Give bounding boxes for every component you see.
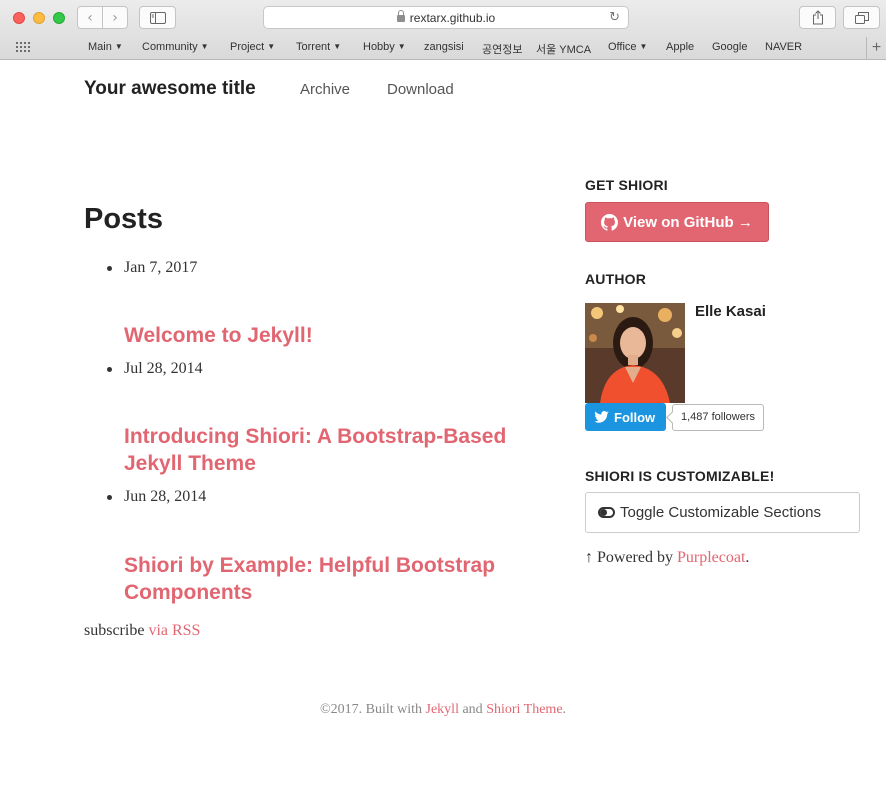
site-title[interactable]: Your awesome title [84, 78, 256, 100]
minimize-window-button[interactable] [33, 12, 45, 24]
tab-overview-button[interactable] [843, 6, 880, 29]
bookmark-zangsisi[interactable]: zangsisi [424, 41, 464, 53]
jekyll-link[interactable]: Jekyll [426, 702, 459, 717]
sidebar-icon [149, 11, 166, 24]
reload-icon[interactable]: ↻ [609, 10, 620, 25]
shiori-theme-link[interactable]: Shiori Theme [486, 702, 562, 717]
share-icon [812, 10, 823, 25]
author-name: Elle Kasai [695, 303, 766, 320]
chevron-down-icon: ▼ [200, 42, 209, 51]
chevron-left-icon: ‹ [87, 9, 93, 26]
bookmark-hobby[interactable]: Hobby ▼ [363, 41, 406, 53]
bookmark-naver[interactable]: NAVER [765, 41, 802, 53]
rss-link[interactable]: via RSS [148, 622, 200, 639]
chevron-down-icon: ▼ [397, 42, 406, 51]
footer: ©2017. Built with Jekyll and Shiori Them… [0, 702, 886, 718]
get-shiori-heading: GET SHIORI [585, 177, 668, 193]
bookmark-label: Office [608, 41, 637, 53]
show-sidebar-button[interactable] [139, 6, 176, 29]
follow-label: Follow [614, 409, 656, 425]
post-title-link[interactable]: Welcome to Jekyll! [124, 322, 544, 349]
subscribe-text: subscribe [84, 622, 145, 639]
chevron-down-icon: ▼ [267, 42, 276, 51]
new-tab-plus-icon[interactable]: + [866, 37, 886, 59]
bookmark-main[interactable]: Main ▼ [88, 41, 123, 53]
back-button[interactable]: ‹ [77, 6, 103, 29]
forward-button[interactable]: › [102, 6, 128, 29]
bookmark-label: Hobby [363, 41, 395, 53]
author-heading: AUTHOR [585, 271, 647, 287]
post-title-link[interactable]: Introducing Shiori: A Bootstrap-Based Je… [124, 423, 544, 477]
chevron-down-icon: ▼ [114, 42, 123, 51]
bookmark-seoul-ymca[interactable]: 서울 YMCA [536, 41, 591, 57]
view-on-github-button[interactable]: View on GitHub → [585, 202, 769, 242]
post-date: Jun 28, 2014 [106, 488, 207, 505]
chevron-right-icon: › [112, 9, 118, 26]
url-text: rextarx.github.io [409, 10, 496, 25]
avatar [585, 303, 685, 403]
twitter-follow-button[interactable]: Follow [585, 403, 666, 431]
bookmark-apple[interactable]: Apple [666, 41, 694, 53]
bookmark-project[interactable]: Project ▼ [230, 41, 275, 53]
bookmark-torrent[interactable]: Torrent ▼ [296, 41, 341, 53]
bookmark-google[interactable]: Google [712, 41, 747, 53]
nav-download[interactable]: Download [387, 81, 454, 98]
address-bar[interactable]: rextarx.github.io ↻ [263, 6, 629, 29]
github-icon [601, 213, 619, 231]
followers-count[interactable]: 1,487 followers [672, 404, 764, 431]
page-title: Posts [84, 203, 163, 235]
powered-by-line: ↑ Powered by Purplecoat. [585, 549, 749, 567]
purplecoat-link[interactable]: Purplecoat [677, 549, 745, 566]
toggle-icon [598, 507, 615, 518]
twitter-bird-icon [594, 411, 609, 423]
browser-toolbar: ‹ › rextarx.github.io ↻ Main ▼ Community… [0, 0, 886, 60]
post-title-link[interactable]: Shiori by Example: Helpful Bootstrap Com… [124, 552, 544, 606]
bookmark-label: Project [230, 41, 265, 53]
apps-grid-icon[interactable] [16, 42, 30, 52]
chevron-down-icon: ▼ [639, 42, 648, 51]
share-button[interactable] [799, 6, 836, 29]
bookmark-label: Torrent [296, 41, 331, 53]
github-button-label: View on GitHub → [623, 213, 753, 231]
subscribe-line: subscribe via RSS [84, 622, 200, 640]
post-date: Jan 7, 2017 [106, 259, 198, 276]
bookmark-label: Main [88, 41, 112, 53]
bookmark-label: Community [142, 41, 198, 53]
bookmark-performance-info[interactable]: 공연정보 [482, 41, 522, 57]
customizable-heading: SHIORI IS CUSTOMIZABLE! [585, 468, 775, 484]
footer-suffix: . [562, 702, 567, 717]
zoom-window-button[interactable] [53, 12, 65, 24]
bookmark-community[interactable]: Community ▼ [142, 41, 209, 53]
tabs-icon [854, 11, 869, 24]
powered-suffix: . [745, 549, 750, 566]
nav-archive[interactable]: Archive [300, 81, 350, 98]
post-date: Jul 28, 2014 [107, 360, 203, 377]
chevron-down-icon: ▼ [333, 42, 342, 51]
lock-icon [396, 10, 405, 22]
toggle-customizable-sections-button[interactable]: Toggle Customizable Sections [585, 492, 860, 533]
footer-and: and [462, 702, 483, 717]
close-window-button[interactable] [13, 12, 25, 24]
bookmark-office[interactable]: Office ▼ [608, 41, 647, 53]
powered-by-text: ↑ Powered by [585, 549, 673, 566]
footer-copyright: ©2017. Built with [319, 702, 423, 717]
toggle-button-label: Toggle Customizable Sections [620, 504, 821, 521]
